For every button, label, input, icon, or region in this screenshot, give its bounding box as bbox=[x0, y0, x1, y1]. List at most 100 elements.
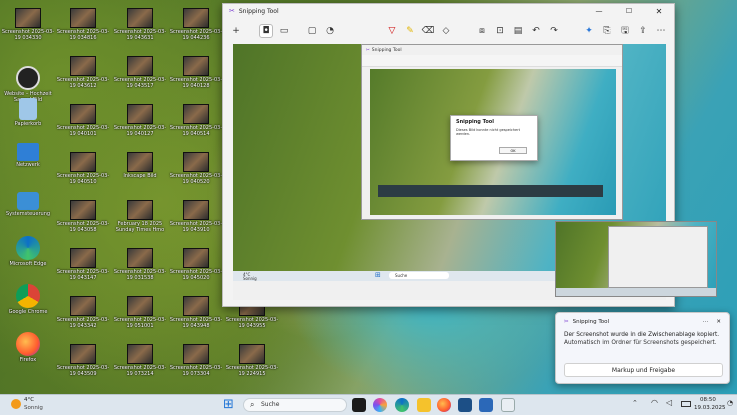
toast-close-icon[interactable]: ✕ bbox=[716, 319, 721, 325]
desktop-icon[interactable]: Screenshot 2025-03-19 073214 bbox=[112, 344, 168, 377]
desktop-icon[interactable]: Systemsteuerung bbox=[0, 192, 56, 217]
weather-desc: Sonnig bbox=[24, 405, 43, 411]
explorer-app-icon[interactable] bbox=[417, 398, 431, 412]
desktop-icon[interactable]: Screenshot 2025-03-19 034816 bbox=[55, 8, 111, 41]
copilot-icon[interactable]: ✦ bbox=[582, 24, 596, 38]
desktop-icon[interactable]: Screenshot 2025-03-19 043147 bbox=[55, 248, 111, 281]
search-icon: ⌕ bbox=[250, 400, 255, 409]
scissors-icon: ✂ bbox=[229, 7, 235, 15]
wifi-icon[interactable]: ◠ bbox=[651, 398, 658, 407]
clock-time[interactable]: 08:50 bbox=[700, 397, 716, 403]
recycle-bin-icon bbox=[19, 98, 37, 120]
desktop-icon[interactable]: Screenshot 2025-03-19 031538 bbox=[112, 248, 168, 281]
website-icon bbox=[16, 66, 40, 90]
desktop-icon[interactable]: Firefox bbox=[0, 332, 56, 363]
dialog-ok-button[interactable]: OK bbox=[499, 147, 527, 154]
snip-preview-thumbnail[interactable] bbox=[555, 221, 717, 297]
more-icon[interactable]: ⋯ bbox=[654, 24, 668, 38]
control-panel-icon bbox=[17, 192, 39, 210]
search-placeholder: Suche bbox=[261, 401, 280, 408]
desktop-icon[interactable]: Screenshot 2025-03-19 040514 bbox=[168, 104, 224, 137]
edge-icon bbox=[16, 236, 40, 260]
taskbar: 4°C Sonnig ⊞ ⌕ Suche ⌃ ◠ ◁ 08:50 19.03.2… bbox=[0, 394, 737, 415]
toast-line-1: Der Screenshot wurde in die Zwischenabla… bbox=[564, 332, 720, 338]
desktop-icon[interactable]: Screenshot 2025-03-19 040520 bbox=[168, 152, 224, 185]
text-actions-icon[interactable]: ⊡ bbox=[493, 24, 507, 38]
chevron-up-icon[interactable]: ⌃ bbox=[632, 399, 638, 407]
delay-icon[interactable]: ◔ bbox=[323, 24, 337, 38]
maximize-button[interactable]: ☐ bbox=[614, 7, 644, 15]
desktop-icon[interactable]: Screenshot 2025-03-19 040510 bbox=[55, 152, 111, 185]
task-view-icon[interactable] bbox=[352, 398, 366, 412]
desktop-icon[interactable]: Screenshot 2025-03-19 043058 bbox=[55, 200, 111, 233]
desktop-icon[interactable]: Screenshot 2025-03-19 043910 bbox=[168, 200, 224, 233]
close-button[interactable]: ✕ bbox=[644, 7, 674, 16]
highlighter-icon[interactable]: ✎ bbox=[403, 24, 417, 38]
desktop-icon[interactable]: Screenshot 2025-03-19 034330 bbox=[0, 8, 56, 41]
copilot-app-icon[interactable] bbox=[373, 398, 387, 412]
desktop-icon[interactable]: Netzwerk bbox=[0, 143, 56, 168]
desktop-icon[interactable]: Papierkorb bbox=[0, 98, 56, 127]
desktop-icon[interactable]: Screenshot 2025-03-19 045020 bbox=[168, 248, 224, 281]
desktop-icon[interactable]: Google Chrome bbox=[0, 284, 56, 315]
desktop-icon[interactable]: Screenshot 2025-03-19 051001 bbox=[112, 296, 168, 329]
crop-icon[interactable]: ⧈ bbox=[475, 24, 489, 38]
redo-icon[interactable]: ↷ bbox=[547, 24, 561, 38]
search-box[interactable]: ⌕ Suche bbox=[243, 398, 347, 412]
desktop-icon[interactable]: Screenshot 2025-03-19 073304 bbox=[168, 344, 224, 377]
dialog-message: Dieses Bild konnte nicht gespeichert wer… bbox=[456, 128, 521, 136]
desktop-icon[interactable]: Screenshot 2025-03-19 040128 bbox=[168, 56, 224, 89]
start-button[interactable]: ⊞ bbox=[223, 398, 234, 412]
copy-icon[interactable]: ⎘ bbox=[600, 24, 614, 38]
desktop-icon[interactable]: Screenshot 2025-03-19 043631 bbox=[112, 8, 168, 41]
desktop-icon[interactable]: Screenshot 2025-03-19 044236 bbox=[168, 8, 224, 41]
toolbar: + ◘ ▭ ▢ ◔ ▽ ✎ ⌫ ◇ ⧈ ⊡ ▤ ↶ ↷ ✦ ⎘ 🖫 ⇪ ⋯ bbox=[223, 18, 674, 44]
notification-bell-icon[interactable]: ◔ bbox=[727, 399, 733, 407]
desktop-icon[interactable]: Screenshot 2025-03-19 043342 bbox=[55, 296, 111, 329]
photos-app-icon[interactable] bbox=[458, 398, 472, 412]
snipping-tool-app-icon[interactable] bbox=[501, 398, 515, 412]
desktop-icon[interactable]: Screenshot 2025-03-19 043517 bbox=[112, 56, 168, 89]
desktop-icon[interactable]: Inkscape Bild bbox=[112, 152, 168, 179]
undo-icon[interactable]: ↶ bbox=[529, 24, 543, 38]
new-snip-icon[interactable]: + bbox=[229, 24, 243, 38]
camera-icon[interactable]: ◘ bbox=[259, 24, 273, 38]
save-icon[interactable]: 🖫 bbox=[618, 24, 632, 38]
toast-markup-button[interactable]: Markup und Freigabe bbox=[564, 363, 723, 377]
share-icon[interactable]: ⇪ bbox=[636, 24, 650, 38]
shapes-icon[interactable]: ◇ bbox=[439, 24, 453, 38]
firefox-icon bbox=[16, 332, 40, 356]
toast-more-icon[interactable]: ⋯ bbox=[703, 319, 709, 325]
desktop-icon[interactable]: February 18 2025 Sunday Times Hmo bbox=[112, 200, 168, 233]
eraser-icon[interactable]: ⌫ bbox=[421, 24, 435, 38]
window-title: Snipping Tool bbox=[238, 7, 279, 15]
toast-app-icon: ✂ bbox=[564, 319, 569, 325]
edge-app-icon[interactable] bbox=[395, 398, 409, 412]
chrome-icon bbox=[16, 284, 40, 308]
firefox-app-icon[interactable] bbox=[437, 398, 451, 412]
desktop-icon[interactable]: Screenshot 2025-03-19 043612 bbox=[55, 56, 111, 89]
snip-mode-icon[interactable]: ▢ bbox=[305, 24, 319, 38]
window-titlebar[interactable]: ✂ Snipping Tool — ☐ ✕ bbox=[223, 4, 674, 18]
error-dialog: Snipping Tool Dieses Bild konnte nicht g… bbox=[450, 115, 538, 161]
toast-line-2: Automatisch im Ordner für Screenshots ge… bbox=[564, 340, 717, 346]
notification-toast[interactable]: ✂ Snipping Tool ⋯ ✕ Der Screenshot wurde… bbox=[555, 312, 730, 384]
minimize-button[interactable]: — bbox=[584, 7, 614, 15]
weather-icon bbox=[11, 399, 21, 409]
desktop-icon[interactable]: Microsoft Edge bbox=[0, 236, 56, 267]
inner-snip-window: ✂ Snipping Tool Snipping Tool Dieses Bil… bbox=[361, 44, 623, 220]
desktop-icon[interactable]: Screenshot 2025-03-19 043509 bbox=[55, 344, 111, 377]
paint-app-icon[interactable] bbox=[479, 398, 493, 412]
desktop-icon[interactable]: Screenshot 2025-03-19 040101 bbox=[55, 104, 111, 137]
desktop-icon[interactable]: Screenshot 2025-03-19 043948 bbox=[168, 296, 224, 329]
video-icon[interactable]: ▭ bbox=[277, 24, 291, 38]
desktop-icon[interactable]: Screenshot 2025-03-19 224915 bbox=[224, 344, 280, 377]
battery-icon[interactable] bbox=[681, 401, 691, 407]
redact-icon[interactable]: ▤ bbox=[511, 24, 525, 38]
speaker-icon[interactable]: ◁ bbox=[666, 398, 672, 407]
clock-date[interactable]: 19.03.2025 bbox=[694, 405, 726, 411]
inner-title: Snipping Tool bbox=[371, 47, 402, 53]
toast-app-name: Snipping Tool bbox=[572, 319, 610, 325]
pen-icon[interactable]: ▽ bbox=[385, 24, 399, 38]
desktop-icon[interactable]: Screenshot 2025-03-19 040127 bbox=[112, 104, 168, 137]
